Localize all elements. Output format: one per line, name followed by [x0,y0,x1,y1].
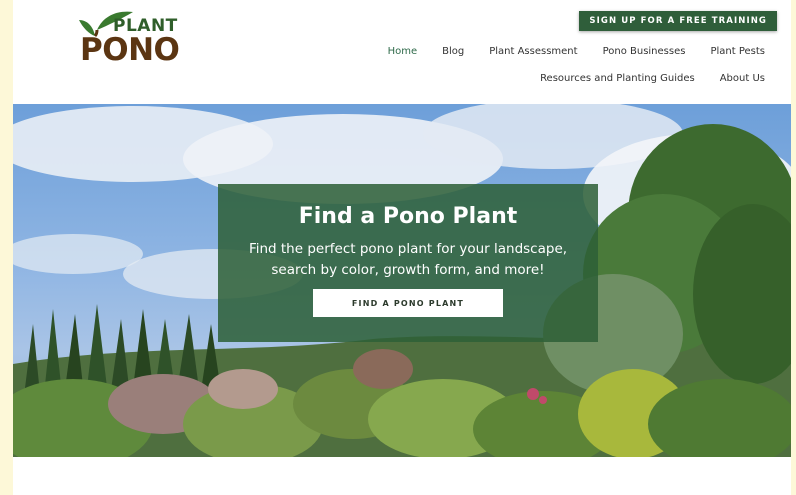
nav-resources-planting-guides[interactable]: Resources and Planting Guides [540,73,695,84]
nav-blog[interactable]: Blog [442,46,464,57]
nav-pono-businesses[interactable]: Pono Businesses [603,46,686,57]
nav-about-us[interactable]: About Us [720,73,765,84]
hero-subtitle: Find the perfect pono plant for your lan… [248,241,568,278]
nav-plant-assessment[interactable]: Plant Assessment [489,46,577,57]
signup-training-button[interactable]: SIGN UP FOR A FREE TRAINING [579,11,777,31]
hero-overlay-card: Find a Pono Plant Find the perfect pono … [218,184,598,342]
main-nav-row2: Resources and Planting Guides About Us [540,73,765,84]
hero-banner: Find a Pono Plant Find the perfect pono … [13,104,791,457]
nav-home[interactable]: Home [388,46,418,57]
logo-pono-text: PONO [80,32,180,68]
nav-plant-pests[interactable]: Plant Pests [710,46,765,57]
page: PLANT PONO SIGN UP FOR A FREE TRAINING H… [13,0,791,495]
main-nav-row1: Home Blog Plant Assessment Pono Business… [388,46,765,57]
find-pono-plant-button[interactable]: FIND A PONO PLANT [313,289,503,317]
plant-pono-logo[interactable]: PLANT PONO [77,6,187,68]
hero-title: Find a Pono Plant [298,204,518,229]
